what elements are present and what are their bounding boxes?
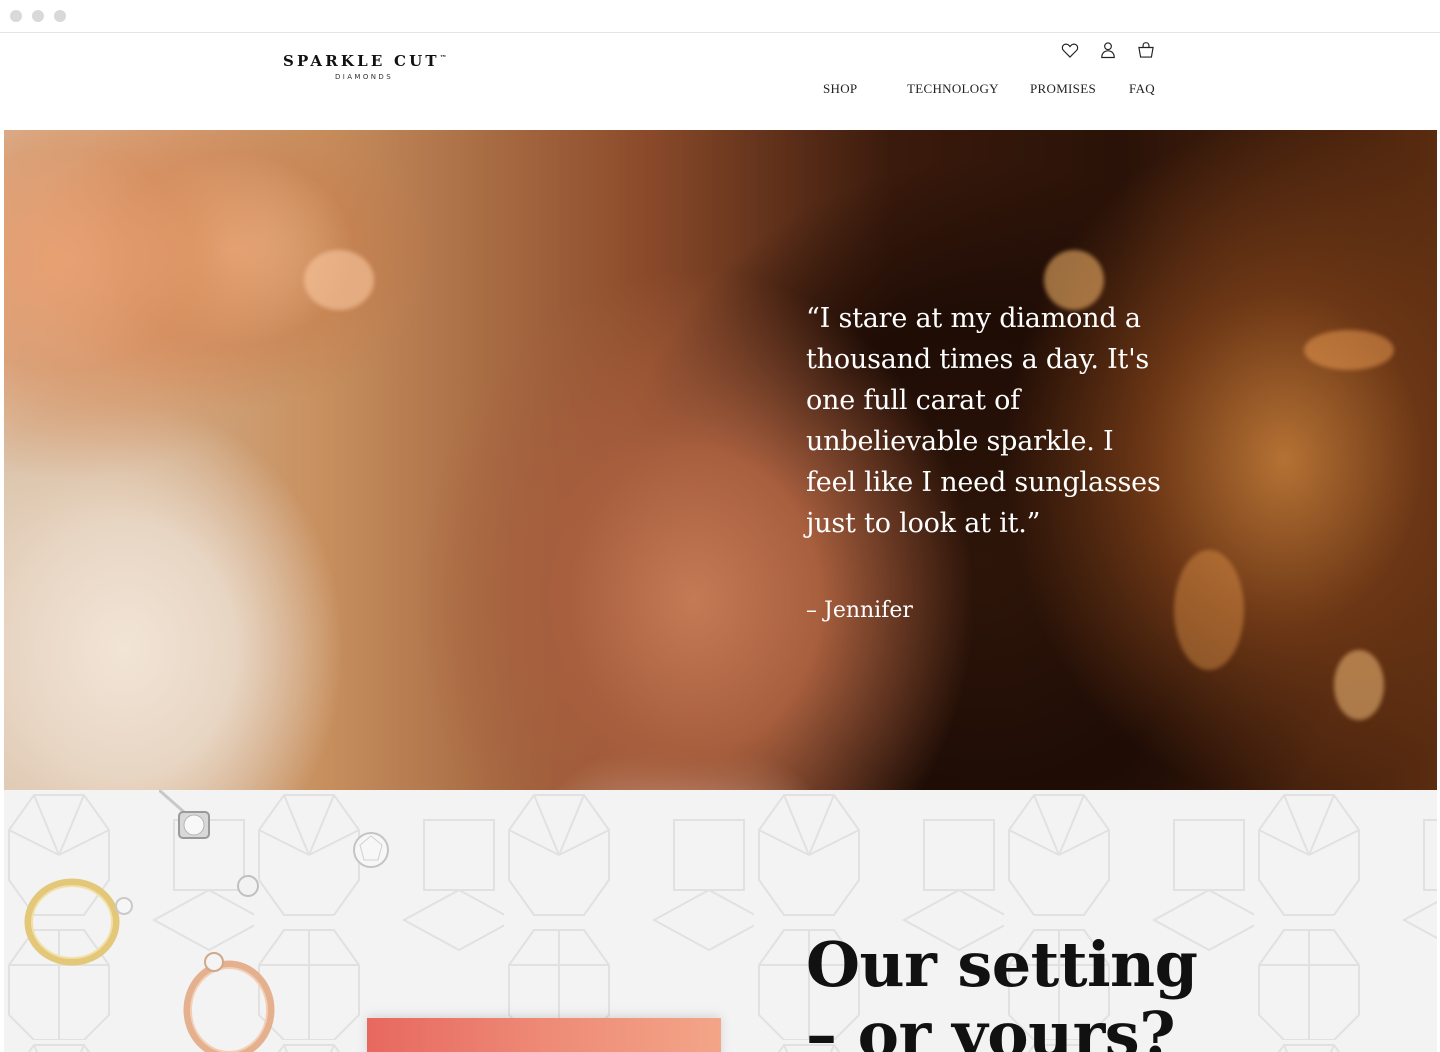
brand-name: SPARKLE CUT™ (283, 52, 447, 70)
settings-section: Our setting – or yours? (4, 790, 1437, 1052)
nav-item-promises[interactable]: PROMISES (1030, 81, 1096, 97)
heart-icon[interactable] (1060, 40, 1080, 60)
window-close-dot[interactable] (10, 10, 22, 22)
header-icons (1060, 40, 1156, 60)
settings-heading-line1: Our setting (806, 928, 1198, 1001)
testimonial-author: – Jennifer (806, 598, 913, 623)
loose-diamond-image (353, 832, 389, 868)
nav-item-shop[interactable]: SHOP (823, 81, 857, 97)
window-zoom-dot[interactable] (54, 10, 66, 22)
promo-card (367, 1018, 721, 1052)
hero-testimonial: “I stare at my diamond a thousand times … (4, 130, 1437, 790)
gold-ring-image (24, 878, 133, 966)
testimonial-quote: “I stare at my diamond a thousand times … (806, 303, 1161, 539)
browser-chrome (0, 0, 1440, 33)
bokeh-light (1334, 650, 1384, 720)
bokeh-light (1174, 550, 1244, 670)
window-minimize-dot[interactable] (32, 10, 44, 22)
settings-heading: Our setting – or yours? (806, 928, 1198, 1052)
brand-logo[interactable]: SPARKLE CUT™ DIAMONDS (283, 52, 447, 81)
brand-subtitle: DIAMONDS (334, 73, 394, 81)
nav-item-technology[interactable]: TECHNOLOGY (907, 81, 999, 97)
site-header: SPARKLE CUT™ DIAMONDS SHOP TECHNOLOGY PR… (4, 34, 1437, 130)
rose-gold-ring-image (183, 952, 275, 1052)
bag-icon[interactable] (1136, 40, 1156, 60)
settings-heading-line2: – or yours? (806, 998, 1176, 1052)
account-icon[interactable] (1098, 40, 1118, 60)
nav-item-faq[interactable]: FAQ (1129, 81, 1155, 97)
stud-earring-image (159, 790, 210, 839)
bokeh-light (1304, 330, 1394, 370)
small-diamond-image (237, 875, 259, 897)
bokeh-light (304, 250, 374, 310)
